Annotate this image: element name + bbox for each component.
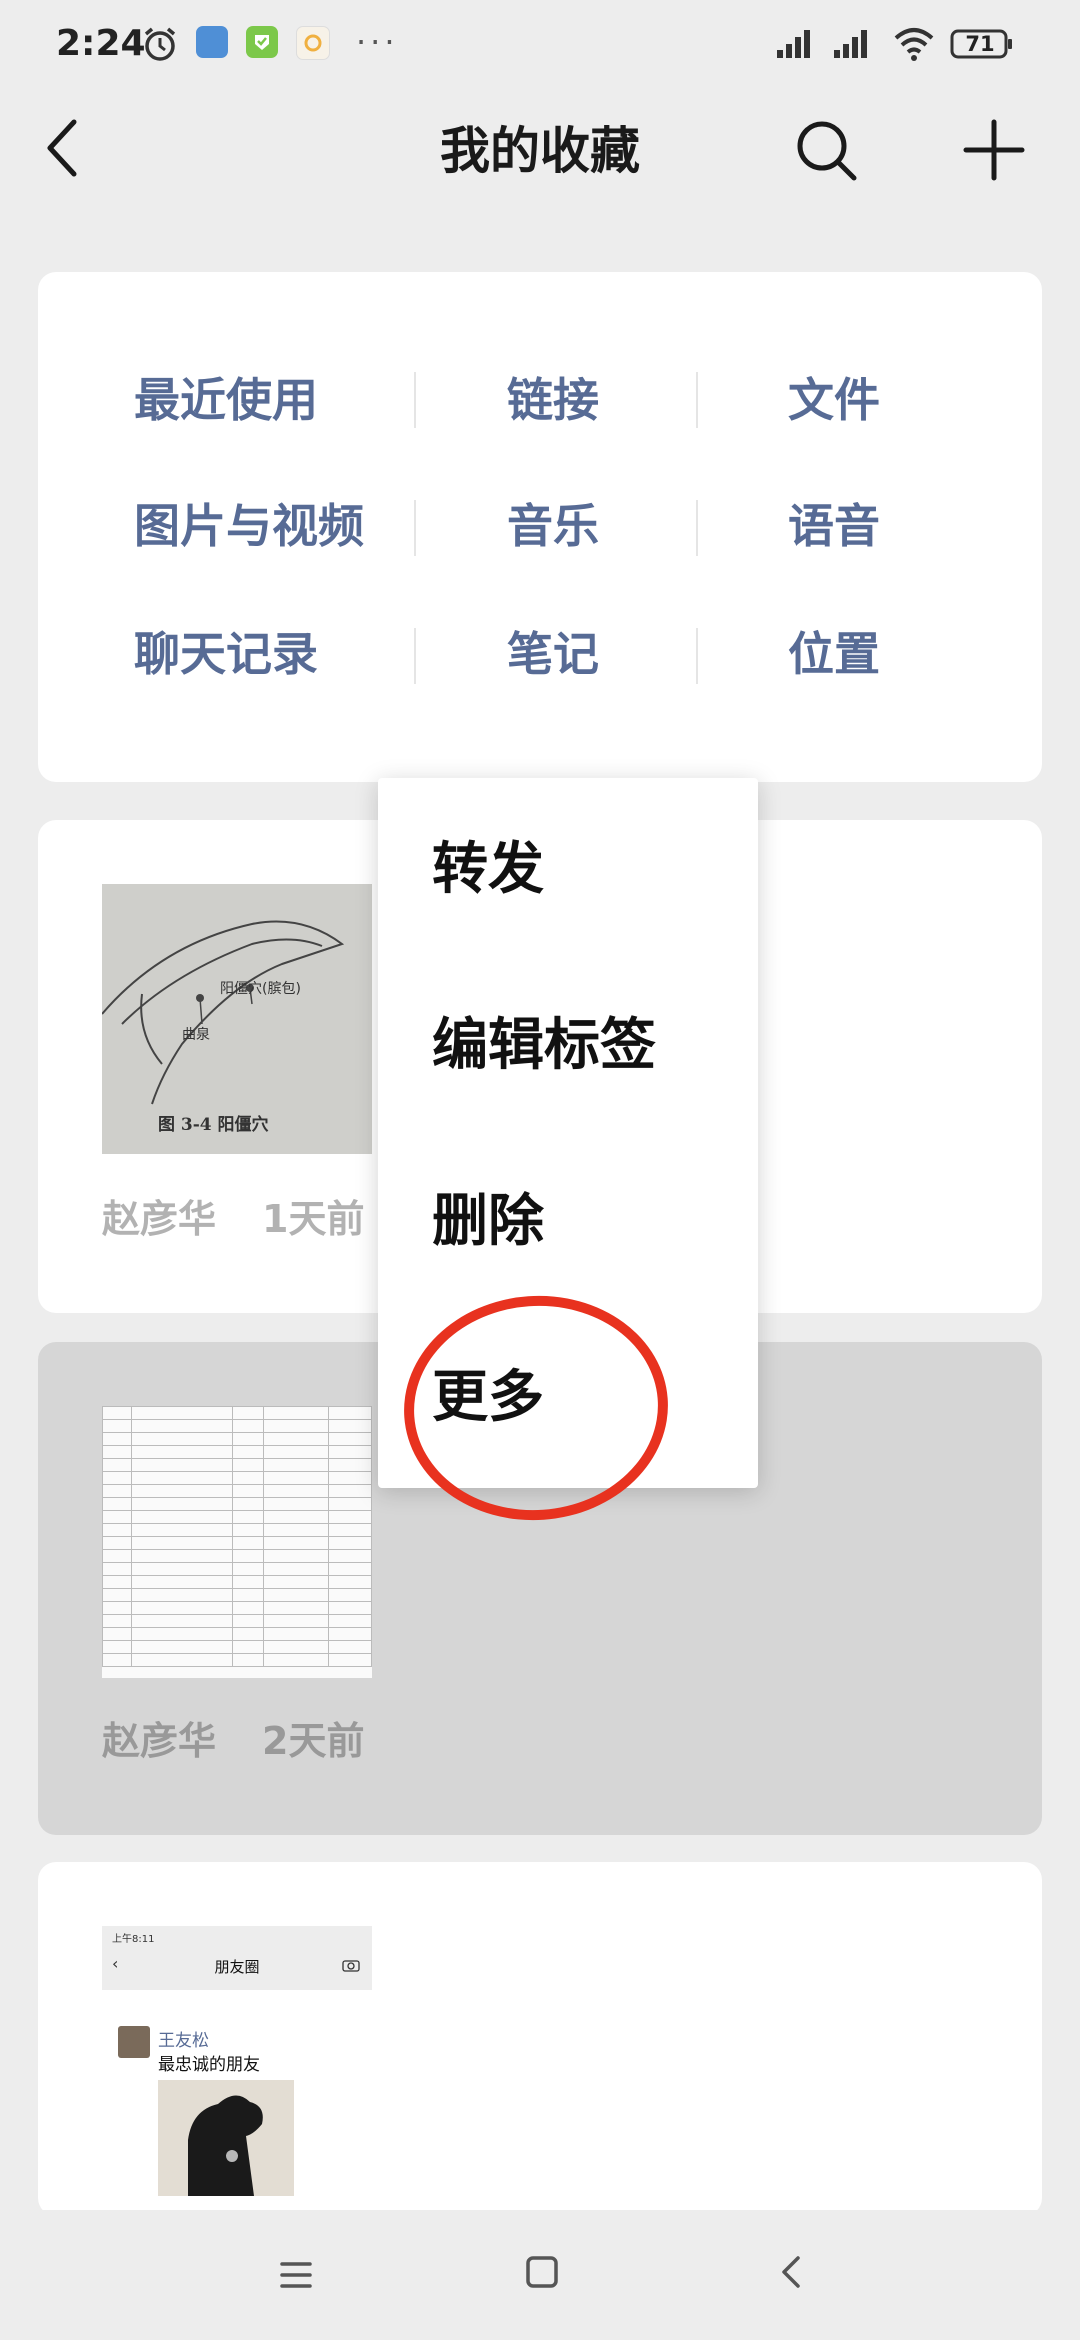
- page-title: 我的收藏: [440, 122, 640, 180]
- recent-apps-icon[interactable]: [276, 2258, 316, 2292]
- more-notifications-icon: ···: [356, 23, 399, 61]
- thumb-label: 曲泉: [182, 1027, 210, 1043]
- thumb-status-time: 上午8:11: [112, 1934, 155, 1945]
- search-button[interactable]: [792, 116, 860, 184]
- thumb-caption: 图 3-4 阳僵穴: [158, 1115, 269, 1135]
- divider: [696, 628, 698, 684]
- battery-level: 71: [965, 32, 995, 56]
- category-recent[interactable]: 最近使用: [134, 370, 318, 430]
- signal-icon-2: [834, 30, 867, 58]
- divider: [696, 500, 698, 556]
- alarm-icon: [144, 27, 176, 61]
- signal-icon: [777, 30, 810, 58]
- category-music[interactable]: 音乐: [507, 496, 599, 556]
- item-time: 1天前: [262, 1197, 365, 1241]
- wifi-icon: [894, 28, 934, 61]
- thumb-author: 王友松: [158, 2031, 209, 2051]
- menu-item-forward[interactable]: 转发: [432, 830, 544, 910]
- avatar: [118, 2026, 150, 2058]
- app-icon-1: [196, 26, 228, 58]
- app-icon-3: [296, 26, 330, 60]
- item-time: 2天前: [262, 1719, 365, 1763]
- divider: [414, 500, 416, 556]
- category-links[interactable]: 链接: [507, 370, 599, 430]
- home-icon[interactable]: [524, 2254, 560, 2290]
- thumb-text: 最忠诚的朋友: [158, 2055, 260, 2075]
- item-thumbnail: [102, 1406, 372, 1678]
- category-files[interactable]: 文件: [788, 370, 880, 430]
- divider: [696, 372, 698, 428]
- app-icon-2: [246, 26, 278, 58]
- item-thumbnail: 上午8:11 ‹ 朋友圈 王友松 最忠诚的朋友: [102, 1926, 372, 2216]
- category-images-videos[interactable]: 图片与视频: [134, 496, 364, 556]
- favorite-item[interactable]: 上午8:11 ‹ 朋友圈 王友松 最忠诚的朋友: [38, 1862, 1042, 2216]
- camera-icon: [342, 1960, 360, 1972]
- category-notes[interactable]: 笔记: [507, 624, 599, 684]
- divider: [414, 628, 416, 684]
- thumb-photo: [158, 2080, 294, 2196]
- category-location[interactable]: 位置: [788, 624, 880, 684]
- thumb-title: 朋友圈: [214, 1958, 260, 1976]
- back-button[interactable]: [36, 112, 96, 184]
- system-back-icon[interactable]: [776, 2254, 806, 2290]
- category-voice[interactable]: 语音: [788, 496, 880, 556]
- menu-item-delete[interactable]: 删除: [432, 1182, 544, 1262]
- status-time: 2:24: [56, 23, 146, 64]
- thumb-table: [102, 1406, 372, 1667]
- menu-item-edit-tags[interactable]: 编辑标签: [432, 1006, 656, 1086]
- item-thumbnail: 曲泉 阳僵穴(膑包) 图 3-4 阳僵穴: [102, 884, 372, 1154]
- item-author: 赵彦华: [102, 1719, 217, 1763]
- add-button[interactable]: [960, 116, 1028, 184]
- category-chat-history[interactable]: 聊天记录: [134, 624, 318, 684]
- divider: [414, 372, 416, 428]
- thumb-header: 上午8:11 ‹ 朋友圈: [102, 1926, 372, 1990]
- category-card: 最近使用 链接 文件 图片与视频 音乐 语音 聊天记录 笔记 位置: [38, 272, 1042, 782]
- thumb-label: 阳僵穴(膑包): [220, 981, 301, 997]
- item-author: 赵彦华: [102, 1197, 217, 1241]
